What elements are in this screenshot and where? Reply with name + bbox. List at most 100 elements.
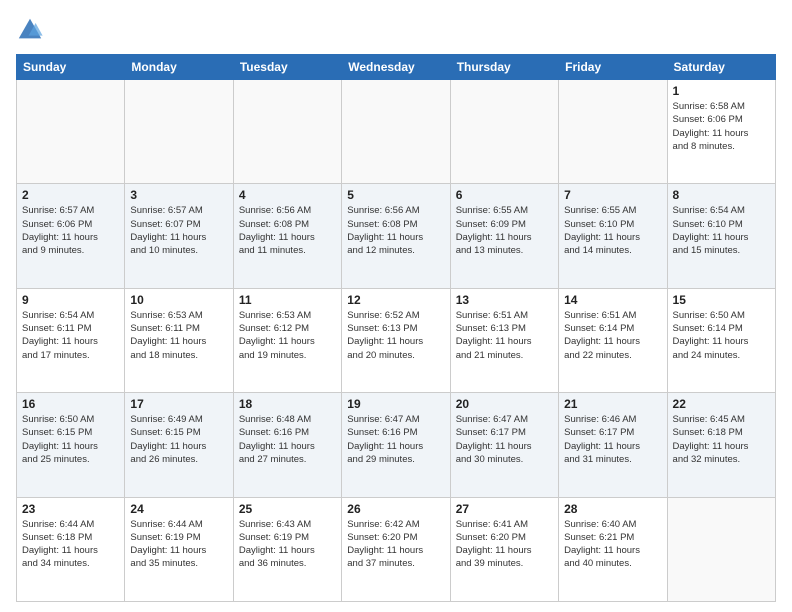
day-number: 23 xyxy=(22,502,119,516)
day-info: Sunrise: 6:53 AM Sunset: 6:11 PM Dayligh… xyxy=(130,309,227,362)
day-info: Sunrise: 6:55 AM Sunset: 6:09 PM Dayligh… xyxy=(456,204,553,257)
calendar-cell: 23 Sunrise: 6:44 AM Sunset: 6:18 PM Dayli… xyxy=(17,497,125,601)
calendar-cell: 4Sunrise: 6:56 AM Sunset: 6:08 PM Daylig… xyxy=(233,184,341,288)
weekday-friday: Friday xyxy=(559,55,667,80)
calendar-cell: 5Sunrise: 6:56 AM Sunset: 6:08 PM Daylig… xyxy=(342,184,450,288)
day-number: 15 xyxy=(673,293,770,307)
day-number: 18 xyxy=(239,397,336,411)
week-row-3: 16 Sunrise: 6:50 AM Sunset: 6:15 PM Dayli… xyxy=(17,393,776,497)
day-info: Sunrise: 6:50 AM Sunset: 6:15 PM Dayligh… xyxy=(22,413,119,466)
calendar-cell xyxy=(559,80,667,184)
day-number: 3 xyxy=(130,188,227,202)
calendar-cell xyxy=(17,80,125,184)
day-info: Sunrise: 6:55 AM Sunset: 6:10 PM Dayligh… xyxy=(564,204,661,257)
day-info: Sunrise: 6:53 AM Sunset: 6:12 PM Dayligh… xyxy=(239,309,336,362)
calendar-cell: 3 Sunrise: 6:57 AM Sunset: 6:07 PM Daylig… xyxy=(125,184,233,288)
day-number: 1 xyxy=(673,84,770,98)
calendar-cell: 24 Sunrise: 6:44 AM Sunset: 6:19 PM Dayli… xyxy=(125,497,233,601)
day-number: 13 xyxy=(456,293,553,307)
day-number: 2 xyxy=(22,188,119,202)
day-info: Sunrise: 6:51 AM Sunset: 6:13 PM Dayligh… xyxy=(456,309,553,362)
calendar-cell xyxy=(233,80,341,184)
page-header xyxy=(16,16,776,44)
day-info: Sunrise: 6:44 AM Sunset: 6:19 PM Dayligh… xyxy=(130,518,227,571)
calendar-cell: 19 Sunrise: 6:47 AM Sunset: 6:16 PM Dayli… xyxy=(342,393,450,497)
calendar-cell: 16 Sunrise: 6:50 AM Sunset: 6:15 PM Dayli… xyxy=(17,393,125,497)
calendar-cell: 21 Sunrise: 6:46 AM Sunset: 6:17 PM Dayli… xyxy=(559,393,667,497)
day-number: 7 xyxy=(564,188,661,202)
day-info: Sunrise: 6:40 AM Sunset: 6:21 PM Dayligh… xyxy=(564,518,661,571)
weekday-tuesday: Tuesday xyxy=(233,55,341,80)
week-row-2: 9 Sunrise: 6:54 AM Sunset: 6:11 PM Daylig… xyxy=(17,288,776,392)
calendar-cell: 7 Sunrise: 6:55 AM Sunset: 6:10 PM Daylig… xyxy=(559,184,667,288)
day-info: Sunrise: 6:47 AM Sunset: 6:17 PM Dayligh… xyxy=(456,413,553,466)
day-number: 22 xyxy=(673,397,770,411)
calendar-cell: 10 Sunrise: 6:53 AM Sunset: 6:11 PM Dayli… xyxy=(125,288,233,392)
day-number: 12 xyxy=(347,293,444,307)
weekday-header-row: SundayMondayTuesdayWednesdayThursdayFrid… xyxy=(17,55,776,80)
weekday-saturday: Saturday xyxy=(667,55,775,80)
day-info: Sunrise: 6:43 AM Sunset: 6:19 PM Dayligh… xyxy=(239,518,336,571)
day-number: 19 xyxy=(347,397,444,411)
weekday-monday: Monday xyxy=(125,55,233,80)
day-info: Sunrise: 6:49 AM Sunset: 6:15 PM Dayligh… xyxy=(130,413,227,466)
calendar-cell: 12 Sunrise: 6:52 AM Sunset: 6:13 PM Dayli… xyxy=(342,288,450,392)
day-info: Sunrise: 6:41 AM Sunset: 6:20 PM Dayligh… xyxy=(456,518,553,571)
week-row-1: 2 Sunrise: 6:57 AM Sunset: 6:06 PM Daylig… xyxy=(17,184,776,288)
day-number: 10 xyxy=(130,293,227,307)
calendar-cell: 11 Sunrise: 6:53 AM Sunset: 6:12 PM Dayli… xyxy=(233,288,341,392)
day-info: Sunrise: 6:57 AM Sunset: 6:06 PM Dayligh… xyxy=(22,204,119,257)
calendar-cell: 22 Sunrise: 6:45 AM Sunset: 6:18 PM Dayli… xyxy=(667,393,775,497)
day-number: 24 xyxy=(130,502,227,516)
day-number: 21 xyxy=(564,397,661,411)
day-number: 26 xyxy=(347,502,444,516)
day-number: 27 xyxy=(456,502,553,516)
calendar-cell: 9 Sunrise: 6:54 AM Sunset: 6:11 PM Daylig… xyxy=(17,288,125,392)
day-number: 14 xyxy=(564,293,661,307)
calendar-cell: 8Sunrise: 6:54 AM Sunset: 6:10 PM Daylig… xyxy=(667,184,775,288)
day-number: 11 xyxy=(239,293,336,307)
logo-icon xyxy=(16,16,44,44)
day-info: Sunrise: 6:42 AM Sunset: 6:20 PM Dayligh… xyxy=(347,518,444,571)
logo xyxy=(16,16,48,44)
day-info: Sunrise: 6:48 AM Sunset: 6:16 PM Dayligh… xyxy=(239,413,336,466)
day-info: Sunrise: 6:50 AM Sunset: 6:14 PM Dayligh… xyxy=(673,309,770,362)
day-number: 9 xyxy=(22,293,119,307)
day-number: 4 xyxy=(239,188,336,202)
calendar-cell: 1 Sunrise: 6:58 AM Sunset: 6:06 PM Daylig… xyxy=(667,80,775,184)
day-info: Sunrise: 6:46 AM Sunset: 6:17 PM Dayligh… xyxy=(564,413,661,466)
day-info: Sunrise: 6:57 AM Sunset: 6:07 PM Dayligh… xyxy=(130,204,227,257)
day-number: 8 xyxy=(673,188,770,202)
day-number: 5 xyxy=(347,188,444,202)
day-info: Sunrise: 6:45 AM Sunset: 6:18 PM Dayligh… xyxy=(673,413,770,466)
calendar-cell: 28Sunrise: 6:40 AM Sunset: 6:21 PM Dayli… xyxy=(559,497,667,601)
day-number: 25 xyxy=(239,502,336,516)
calendar-cell: 14 Sunrise: 6:51 AM Sunset: 6:14 PM Dayli… xyxy=(559,288,667,392)
day-number: 6 xyxy=(456,188,553,202)
calendar-cell xyxy=(450,80,558,184)
weekday-sunday: Sunday xyxy=(17,55,125,80)
day-number: 16 xyxy=(22,397,119,411)
calendar-cell xyxy=(667,497,775,601)
calendar-cell: 13 Sunrise: 6:51 AM Sunset: 6:13 PM Dayli… xyxy=(450,288,558,392)
weekday-wednesday: Wednesday xyxy=(342,55,450,80)
calendar-cell: 6 Sunrise: 6:55 AM Sunset: 6:09 PM Daylig… xyxy=(450,184,558,288)
day-number: 17 xyxy=(130,397,227,411)
calendar-cell: 2 Sunrise: 6:57 AM Sunset: 6:06 PM Daylig… xyxy=(17,184,125,288)
calendar-cell: 27 Sunrise: 6:41 AM Sunset: 6:20 PM Dayli… xyxy=(450,497,558,601)
day-info: Sunrise: 6:54 AM Sunset: 6:11 PM Dayligh… xyxy=(22,309,119,362)
week-row-4: 23 Sunrise: 6:44 AM Sunset: 6:18 PM Dayli… xyxy=(17,497,776,601)
day-info: Sunrise: 6:44 AM Sunset: 6:18 PM Dayligh… xyxy=(22,518,119,571)
day-number: 20 xyxy=(456,397,553,411)
calendar-cell: 25 Sunrise: 6:43 AM Sunset: 6:19 PM Dayli… xyxy=(233,497,341,601)
week-row-0: 1 Sunrise: 6:58 AM Sunset: 6:06 PM Daylig… xyxy=(17,80,776,184)
calendar-cell: 17 Sunrise: 6:49 AM Sunset: 6:15 PM Dayli… xyxy=(125,393,233,497)
day-info: Sunrise: 6:52 AM Sunset: 6:13 PM Dayligh… xyxy=(347,309,444,362)
calendar-cell xyxy=(342,80,450,184)
weekday-thursday: Thursday xyxy=(450,55,558,80)
day-info: Sunrise: 6:58 AM Sunset: 6:06 PM Dayligh… xyxy=(673,100,770,153)
day-info: Sunrise: 6:47 AM Sunset: 6:16 PM Dayligh… xyxy=(347,413,444,466)
calendar-table: SundayMondayTuesdayWednesdayThursdayFrid… xyxy=(16,54,776,602)
day-info: Sunrise: 6:51 AM Sunset: 6:14 PM Dayligh… xyxy=(564,309,661,362)
calendar-cell: 20 Sunrise: 6:47 AM Sunset: 6:17 PM Dayli… xyxy=(450,393,558,497)
